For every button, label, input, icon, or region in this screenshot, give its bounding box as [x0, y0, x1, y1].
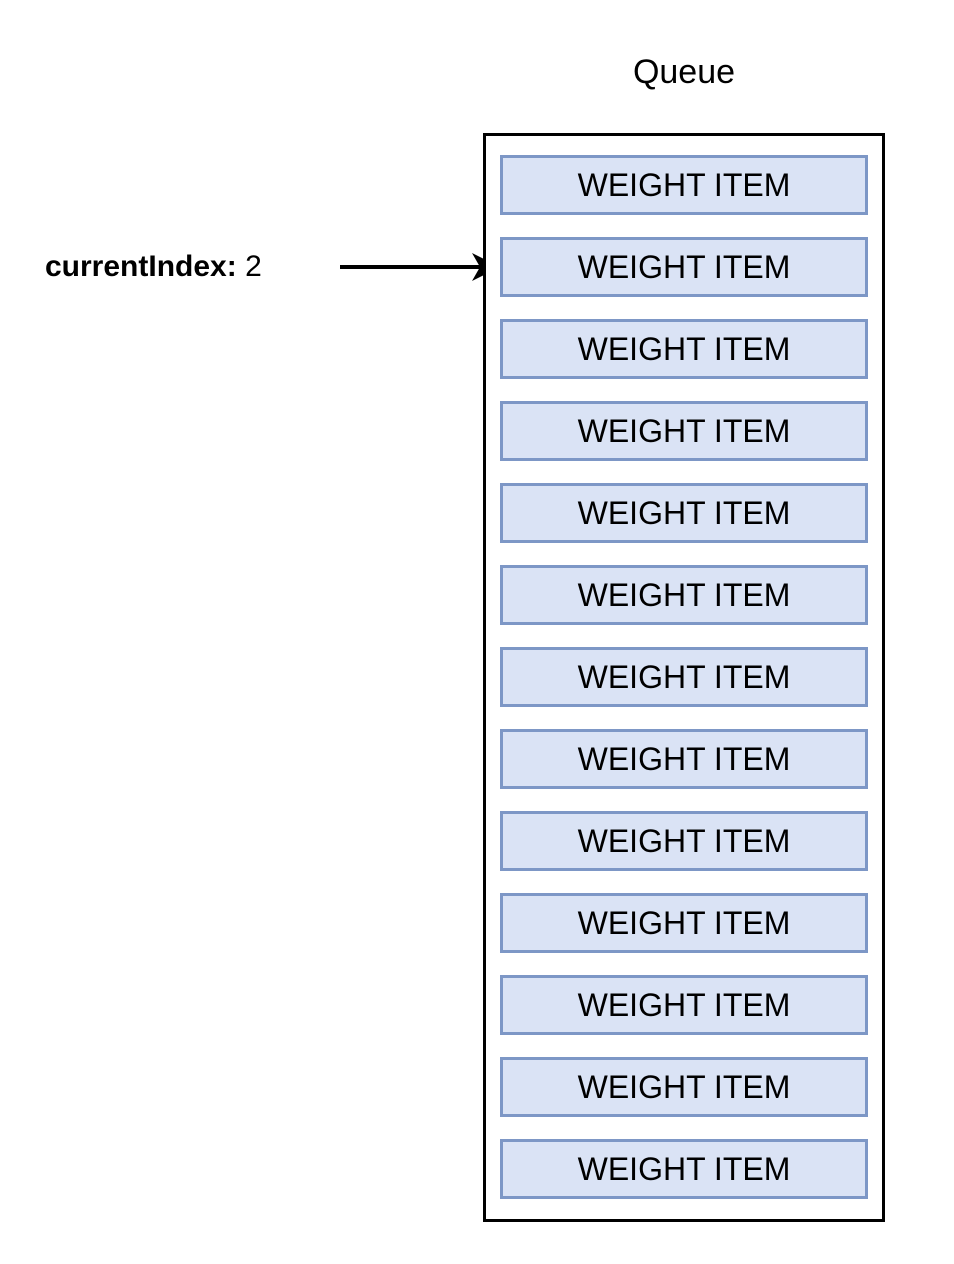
queue-item[interactable]: WEIGHT ITEM [500, 319, 868, 379]
current-index-separator: : [226, 250, 237, 283]
queue-item[interactable]: WEIGHT ITEM [500, 565, 868, 625]
queue-item[interactable]: WEIGHT ITEM [500, 811, 868, 871]
queue-item-list: WEIGHT ITEM WEIGHT ITEM WEIGHT ITEM WEIGHT … [500, 155, 868, 1199]
current-index-number: 2 [245, 250, 262, 283]
queue-item[interactable]: WEIGHT ITEM [500, 155, 868, 215]
queue-item[interactable]: WEIGHT ITEM [500, 975, 868, 1035]
queue-item[interactable]: WEIGHT ITEM [500, 729, 868, 789]
page-title: Queue [632, 53, 736, 91]
queue-item[interactable]: WEIGHT ITEM [500, 1139, 868, 1199]
current-index-key: currentIndex [45, 250, 227, 283]
diagram-canvas: Queue currentIndex: 2 WEIGHT ITEM WEIGHT … [0, 0, 954, 1264]
queue-item[interactable]: WEIGHT ITEM [500, 237, 868, 297]
queue-item[interactable]: WEIGHT ITEM [500, 401, 868, 461]
queue-item[interactable]: WEIGHT ITEM [500, 483, 868, 543]
queue-item[interactable]: WEIGHT ITEM [500, 893, 868, 953]
queue-item[interactable]: WEIGHT ITEM [500, 647, 868, 707]
current-index-value: 2 [237, 250, 262, 283]
current-index-label: currentIndex: 2 [45, 247, 262, 287]
queue-item[interactable]: WEIGHT ITEM [500, 1057, 868, 1117]
queue-container: WEIGHT ITEM WEIGHT ITEM WEIGHT ITEM WEIGHT … [483, 133, 885, 1222]
